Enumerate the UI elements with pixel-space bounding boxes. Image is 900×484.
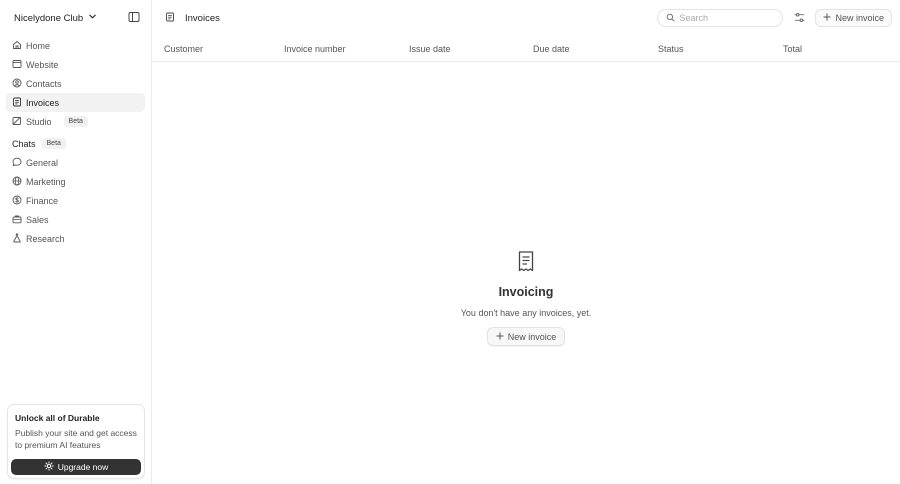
search-box xyxy=(657,9,784,27)
sidebar: Nicelydone Club Home Website Contacts In… xyxy=(0,0,152,484)
sidebar-item-label: Contacts xyxy=(26,78,62,89)
plus-icon xyxy=(496,332,504,342)
upgrade-button[interactable]: Upgrade now xyxy=(11,459,141,475)
receipt-icon xyxy=(516,250,536,274)
top-actions: New invoice xyxy=(657,9,892,27)
column-header-invoice-number[interactable]: Invoice number xyxy=(284,44,346,54)
sparkle-icon xyxy=(44,461,54,473)
sidebar-item-label: General xyxy=(26,157,59,168)
column-header-total[interactable]: Total xyxy=(783,44,802,54)
page-title-wrap: Invoices xyxy=(165,12,220,24)
sidebar-toggle-icon xyxy=(128,11,140,25)
empty-state: Invoicing You don't have any invoices, y… xyxy=(152,250,900,346)
sidebar-nav: Home Website Contacts Invoices Studio Be… xyxy=(0,36,151,131)
filter-button[interactable] xyxy=(792,11,806,25)
column-header-issue-date[interactable]: Issue date xyxy=(409,44,451,54)
sidebar-item-label: Sales xyxy=(26,214,49,225)
upgrade-description: Publish your site and get access to prem… xyxy=(15,428,137,450)
empty-new-invoice-label: New invoice xyxy=(507,331,557,342)
upgrade-button-label: Upgrade now xyxy=(57,462,109,472)
column-header-status[interactable]: Status xyxy=(658,44,684,54)
chats-nav: General Marketing Finance Sales Research xyxy=(0,153,151,248)
sidebar-item-home[interactable]: Home xyxy=(6,36,145,55)
new-invoice-label: New invoice xyxy=(835,13,884,23)
empty-state-title: Invoicing xyxy=(498,285,554,299)
workspace-row: Nicelydone Club xyxy=(0,0,151,36)
sidebar-item-marketing[interactable]: Marketing xyxy=(6,172,145,191)
upgrade-title: Unlock all of Durable xyxy=(15,413,100,423)
sidebar-item-label: Invoices xyxy=(26,97,60,108)
empty-new-invoice-button[interactable]: New invoice xyxy=(486,327,566,346)
table-header-row: Customer Invoice number Issue date Due d… xyxy=(152,36,900,62)
sidebar-item-label: Studio xyxy=(26,116,52,127)
beta-badge: Beta xyxy=(63,116,88,127)
upgrade-card: Unlock all of Durable Publish your site … xyxy=(7,404,145,479)
sidebar-item-invoices[interactable]: Invoices xyxy=(6,93,145,112)
sidebar-item-contacts[interactable]: Contacts xyxy=(6,74,145,93)
sidebar-item-label: Marketing xyxy=(26,176,66,187)
chats-section-label: Chats Beta xyxy=(0,134,151,153)
sidebar-item-finance[interactable]: Finance xyxy=(6,191,145,210)
new-invoice-button[interactable]: New invoice xyxy=(815,9,892,27)
chevron-down-icon xyxy=(88,12,97,24)
briefcase-icon xyxy=(12,214,22,226)
sidebar-item-label: Website xyxy=(26,59,59,70)
empty-state-description: You don't have any invoices, yet. xyxy=(460,308,592,318)
sidebar-item-website[interactable]: Website xyxy=(6,55,145,74)
plus-icon xyxy=(823,13,831,23)
beta-badge: Beta xyxy=(41,138,66,149)
sidebar-toggle-button[interactable] xyxy=(127,11,141,25)
dollar-icon xyxy=(12,195,22,207)
search-input[interactable] xyxy=(679,13,775,23)
user-circle-icon xyxy=(12,78,22,90)
page-title: Invoices xyxy=(185,12,220,24)
main-content: Invoices New in xyxy=(152,0,900,484)
sidebar-item-label: Home xyxy=(26,40,51,51)
browser-icon xyxy=(12,59,22,71)
topbar: Invoices New in xyxy=(152,0,900,36)
home-icon xyxy=(12,40,22,52)
app-root: Nicelydone Club Home Website Contacts In… xyxy=(0,0,900,484)
sidebar-item-studio[interactable]: Studio Beta xyxy=(6,112,145,131)
workspace-switcher[interactable]: Nicelydone Club xyxy=(14,12,97,24)
search-icon xyxy=(666,13,676,24)
filter-sliders-icon xyxy=(794,12,805,25)
sidebar-item-label: Finance xyxy=(26,195,59,206)
sidebar-item-sales[interactable]: Sales xyxy=(6,210,145,229)
invoice-icon xyxy=(165,12,175,24)
flask-icon xyxy=(12,233,22,245)
studio-icon xyxy=(12,116,22,128)
globe-icon xyxy=(12,176,22,188)
workspace-name: Nicelydone Club xyxy=(14,12,84,24)
chats-label: Chats xyxy=(12,138,36,149)
sidebar-item-general[interactable]: General xyxy=(6,153,145,172)
column-header-customer[interactable]: Customer xyxy=(164,44,203,54)
sidebar-item-research[interactable]: Research xyxy=(6,229,145,248)
column-header-due-date[interactable]: Due date xyxy=(533,44,570,54)
chat-bubble-icon xyxy=(12,157,22,169)
invoice-icon xyxy=(12,97,22,109)
sidebar-item-label: Research xyxy=(26,233,65,244)
